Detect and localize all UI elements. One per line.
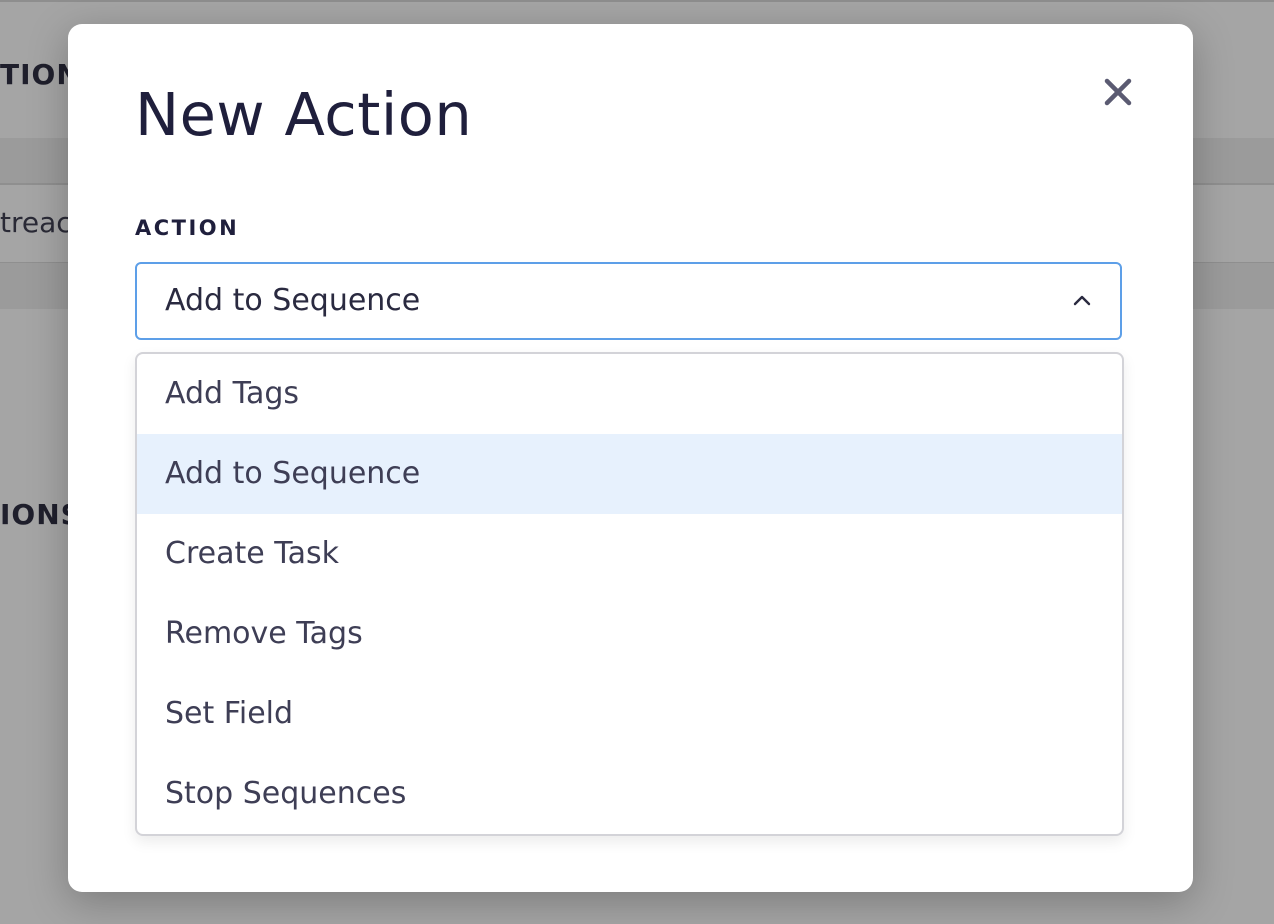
action-select-value: Add to Sequence: [165, 283, 421, 318]
action-select[interactable]: Add to Sequence: [135, 262, 1122, 340]
modal-title: New Action: [135, 80, 473, 149]
close-icon: [1104, 78, 1132, 106]
dropdown-option[interactable]: Stop Sequences: [137, 754, 1122, 834]
action-field-label: ACTION: [135, 216, 240, 240]
dropdown-option[interactable]: Set Field: [137, 674, 1122, 754]
action-dropdown-menu: Add Tags Add to Sequence Create Task Remove…: [135, 352, 1124, 836]
close-button[interactable]: [1098, 72, 1138, 112]
background-divider: [0, 0, 1274, 2]
dropdown-option-list: Add Tags Add to Sequence Create Task Remove…: [137, 354, 1122, 834]
dropdown-option[interactable]: Add Tags: [137, 354, 1122, 434]
dropdown-option[interactable]: Add to Sequence: [137, 434, 1122, 514]
background-table-cell: treac: [0, 206, 72, 239]
dropdown-option[interactable]: Remove Tags: [137, 594, 1122, 674]
dropdown-option[interactable]: Create Task: [137, 514, 1122, 594]
new-action-modal: New Action ACTION Add to Sequence Add Ta…: [68, 24, 1193, 892]
chevron-up-icon: [1073, 295, 1091, 306]
